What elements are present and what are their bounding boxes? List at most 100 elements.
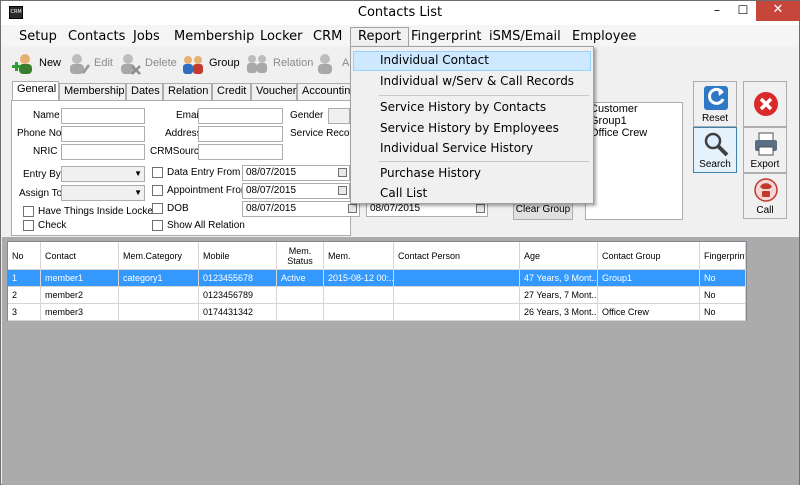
export-button[interactable]: Export: [743, 127, 787, 173]
nric-input[interactable]: [61, 144, 145, 160]
table-cell: [394, 304, 520, 321]
menu-item-call-list[interactable]: Call List: [353, 184, 591, 204]
table-cell: Office Crew: [598, 304, 700, 321]
tab-relation[interactable]: Relation: [163, 83, 212, 100]
window-title: Contacts List: [357, 5, 443, 20]
tab-dates[interactable]: Dates: [126, 83, 163, 100]
menu-report[interactable]: Report: [350, 27, 410, 47]
service-record-label: Service Record: [290, 128, 359, 139]
assign-to-select[interactable]: ▼: [61, 185, 145, 201]
have-things-checkbox[interactable]: [23, 206, 34, 217]
call-label: Call: [756, 205, 774, 216]
menu-crm[interactable]: CRM: [306, 27, 349, 47]
column-header-mem-category[interactable]: Mem.Category: [119, 242, 199, 270]
menu-item-service-history-employees[interactable]: Service History by Employees: [353, 119, 591, 139]
group-list[interactable]: Customer Group1 Office Crew: [585, 102, 683, 220]
phone-icon: [754, 178, 778, 202]
calendar-icon[interactable]: [338, 186, 347, 195]
table-row[interactable]: 2 member2 0123456789 27 Years, 7 Mont...…: [8, 287, 746, 304]
tab-voucher[interactable]: Voucher: [251, 83, 297, 100]
column-header-contact-person[interactable]: Contact Person: [394, 242, 520, 270]
menu-isms-email[interactable]: iSMS/Email: [482, 27, 568, 47]
report-dropdown-menu: Individual Contact Individual w/Serv & C…: [350, 46, 594, 204]
contacts-window: CRM Contacts List – ☐ ✕ Setup Contacts J…: [0, 0, 800, 485]
column-header-contact[interactable]: Contact: [41, 242, 119, 270]
tab-strip: General Membership Dates Relation Credit…: [11, 81, 356, 100]
maximize-button[interactable]: ☐: [730, 1, 756, 21]
dob-checkbox[interactable]: [152, 203, 163, 214]
menu-item-individual-serv-call[interactable]: Individual w/Serv & Call Records: [353, 72, 591, 92]
reset-label: Reset: [701, 113, 729, 124]
table-cell: member2: [41, 287, 119, 304]
minimize-button[interactable]: –: [704, 1, 730, 21]
cancel-button[interactable]: [743, 81, 787, 127]
menu-locker[interactable]: Locker: [253, 27, 310, 47]
menu-employee[interactable]: Employee: [565, 27, 643, 47]
column-header-mem[interactable]: Mem.: [324, 242, 394, 270]
chevron-down-icon: ▼: [134, 169, 142, 178]
table-cell: [598, 287, 700, 304]
appointment-date[interactable]: 08/07/2015: [242, 183, 350, 199]
column-header-mem-status[interactable]: Mem. Status: [277, 242, 324, 270]
phone-input[interactable]: [61, 126, 145, 142]
tab-accounting[interactable]: Accountin: [297, 83, 356, 100]
column-header-age[interactable]: Age: [520, 242, 598, 270]
table-cell: Group1: [598, 270, 700, 287]
menu-setup[interactable]: Setup: [12, 27, 64, 47]
appointment-label: Appointment From: [167, 185, 250, 196]
nric-label: NRIC: [33, 146, 58, 157]
table-row[interactable]: 3 member3 0174431342 26 Years, 3 Mont...…: [8, 304, 746, 321]
dob-date-to-value: 08/07/2015: [370, 203, 421, 214]
add-user-icon: [12, 54, 32, 74]
menu-item-purchase-history[interactable]: Purchase History: [353, 164, 591, 184]
table-cell: 1: [8, 270, 41, 287]
group-icon: [183, 56, 203, 74]
chevron-down-icon: ▼: [134, 188, 142, 197]
name-input[interactable]: [61, 108, 145, 124]
menu-item-individual-contact[interactable]: Individual Contact: [353, 51, 591, 71]
edit-user-icon: [70, 54, 90, 74]
menu-item-individual-service-history[interactable]: Individual Service History: [353, 139, 591, 159]
gender-select[interactable]: [328, 108, 350, 124]
calendar-icon[interactable]: [348, 204, 357, 213]
appointment-checkbox[interactable]: [152, 185, 163, 196]
tab-credit[interactable]: Credit: [212, 83, 251, 100]
tab-general[interactable]: General: [12, 81, 59, 100]
column-header-contact-group[interactable]: Contact Group: [598, 242, 700, 270]
calendar-icon[interactable]: [338, 168, 347, 177]
data-entry-checkbox[interactable]: [152, 167, 163, 178]
menu-membership[interactable]: Membership: [167, 27, 261, 47]
menu-jobs[interactable]: Jobs: [126, 27, 167, 47]
list-item[interactable]: Office Crew: [586, 127, 682, 139]
list-item[interactable]: Customer: [586, 103, 682, 115]
table-cell: [119, 287, 199, 304]
column-header-mobile[interactable]: Mobile: [199, 242, 277, 270]
table-cell: [119, 304, 199, 321]
address-input[interactable]: [198, 126, 283, 142]
reset-button[interactable]: Reset: [693, 81, 737, 127]
search-button[interactable]: Search: [693, 127, 737, 173]
check-checkbox[interactable]: [23, 220, 34, 231]
dob-date-from[interactable]: 08/07/2015: [242, 201, 360, 217]
crm-source-input[interactable]: [198, 144, 283, 160]
calendar-icon[interactable]: [476, 204, 485, 213]
menu-fingerprint[interactable]: Fingerprint: [404, 27, 489, 47]
data-entry-date[interactable]: 08/07/2015: [242, 165, 350, 181]
tab-membership[interactable]: Membership: [59, 83, 126, 100]
email-input[interactable]: [198, 108, 283, 124]
table-cell: 2015-08-12 00:...: [324, 270, 394, 287]
column-header-no[interactable]: No: [8, 242, 41, 270]
table-cell: No: [700, 304, 746, 321]
close-window-button[interactable]: ✕: [756, 1, 800, 21]
menu-item-service-history-contacts[interactable]: Service History by Contacts: [353, 98, 591, 118]
entry-by-select[interactable]: ▼: [61, 166, 145, 182]
table-cell: 0123455678: [199, 270, 277, 287]
table-row[interactable]: 1 member1 category1 0123455678 Active 20…: [8, 270, 746, 287]
entry-by-label: Entry By: [23, 169, 61, 180]
list-item[interactable]: Group1: [586, 115, 682, 127]
call-button[interactable]: Call: [743, 173, 787, 219]
show-all-relation-checkbox[interactable]: [152, 220, 163, 231]
menu-contacts[interactable]: Contacts: [61, 27, 132, 47]
column-header-fingerprint[interactable]: Fingerprint: [700, 242, 746, 270]
table-cell: member1: [41, 270, 119, 287]
